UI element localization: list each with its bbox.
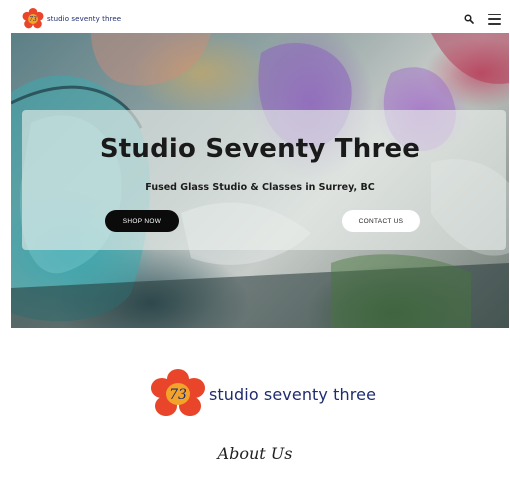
flower-logo-icon: 73	[22, 8, 44, 29]
page: 73 studio seventy three Studio Seventy T…	[0, 0, 510, 480]
brand-name: studio seventy three	[47, 15, 122, 23]
logo-number: 73	[169, 387, 187, 403]
shop-now-button[interactable]: SHOP NOW	[105, 210, 179, 232]
logo-section: 73 studio seventy three	[0, 360, 510, 430]
contact-us-button[interactable]: CONTACT US	[342, 210, 420, 232]
brand-logo-number: 73	[29, 16, 37, 23]
brand-logo-link[interactable]: 73 studio seventy three	[22, 8, 121, 30]
header-tools	[464, 13, 501, 25]
studio-logo: 73 studio seventy three	[150, 368, 376, 420]
hero-title: Studio Seventy Three	[99, 134, 421, 164]
studio-logo-text: studio seventy three	[209, 384, 377, 404]
about-us-heading: About Us	[217, 444, 293, 463]
hero-banner: Studio Seventy Three Fused Glass Studio …	[11, 33, 509, 328]
flower-logo-icon: 73	[151, 369, 205, 416]
hero-overlay-panel	[22, 110, 506, 250]
site-header: 73 studio seventy three	[11, 6, 509, 32]
search-icon[interactable]	[464, 14, 474, 24]
hero-subtitle: Fused Glass Studio & Classes in Surrey, …	[145, 182, 375, 193]
hamburger-menu-icon[interactable]	[488, 13, 501, 25]
